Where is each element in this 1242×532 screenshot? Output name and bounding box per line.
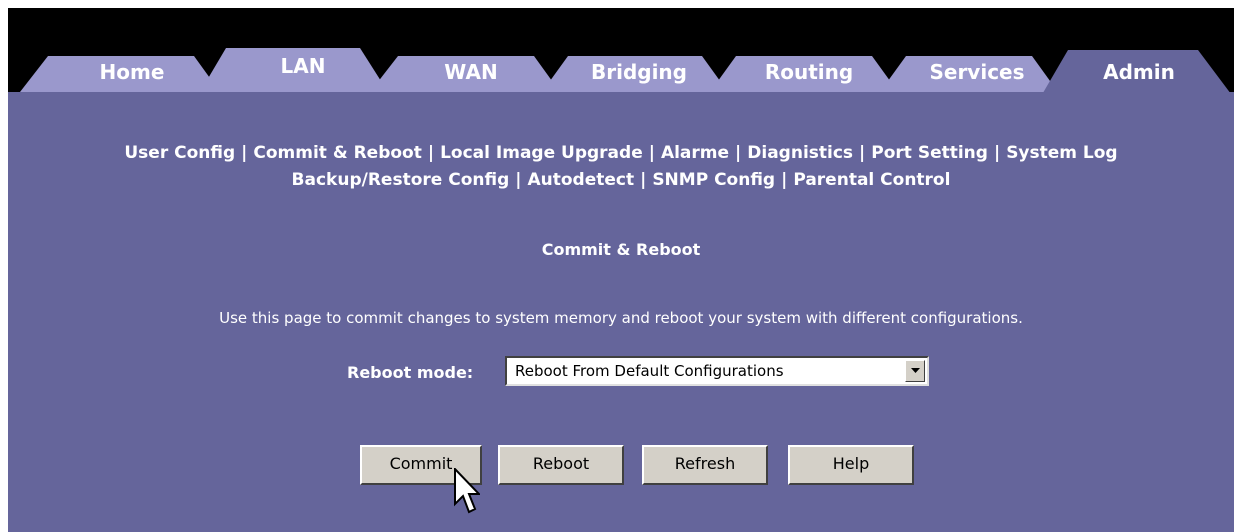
submenu-row-1: User Config | Commit & Reboot | Local Image … xyxy=(8,140,1234,167)
mouse-pointer-icon xyxy=(454,468,480,514)
chevron-down-icon xyxy=(911,368,920,373)
dropdown-button[interactable] xyxy=(905,360,925,382)
submenu-separator: | xyxy=(859,143,866,163)
tab-services[interactable]: Services xyxy=(912,60,1042,84)
submenu-link-backup-restore-config[interactable]: Backup/Restore Config xyxy=(292,170,510,190)
submenu-separator: | xyxy=(515,170,522,190)
reboot-mode-row: Reboot mode: Reboot From Default Configu… xyxy=(8,356,1234,388)
submenu-link-port-setting[interactable]: Port Setting xyxy=(871,143,988,163)
submenu-link-user-config[interactable]: User Config xyxy=(124,143,235,163)
submenu-link-parental-control[interactable]: Parental Control xyxy=(793,170,950,190)
tab-routing[interactable]: Routing xyxy=(744,60,874,84)
page-description: Use this page to commit changes to syste… xyxy=(219,309,1023,327)
main-tab-bar: Home LAN WAN Bridging Routing Services A… xyxy=(8,48,1234,98)
tab-bridging[interactable]: Bridging xyxy=(574,60,704,84)
submenu-separator: | xyxy=(781,170,788,190)
help-button[interactable]: Help xyxy=(788,445,914,485)
submenu-separator: | xyxy=(648,143,655,163)
reboot-mode-select[interactable]: Reboot From Default Configurations xyxy=(505,356,929,386)
page-title: Commit & Reboot xyxy=(541,240,701,259)
tab-admin[interactable]: Admin xyxy=(1074,60,1204,84)
submenu-link-commit-reboot[interactable]: Commit & Reboot xyxy=(253,143,421,163)
reboot-mode-label: Reboot mode: xyxy=(347,363,474,382)
submenu-row-2: Backup/Restore Config | Autodetect | SNMP Co… xyxy=(8,167,1234,194)
tab-lan[interactable]: LAN xyxy=(238,54,368,78)
submenu-link-alarme[interactable]: Alarme xyxy=(661,143,729,163)
submenu-link-local-image-upgrade[interactable]: Local Image Upgrade xyxy=(440,143,643,163)
submenu-link-diagnistics[interactable]: Diagnistics xyxy=(747,143,853,163)
submenu-separator: | xyxy=(427,143,435,163)
submenu-separator: | xyxy=(640,170,647,190)
reboot-mode-selected-value: Reboot From Default Configurations xyxy=(515,362,784,380)
refresh-button[interactable]: Refresh xyxy=(642,445,768,485)
submenu-separator: | xyxy=(993,143,1001,163)
submenu-separator: | xyxy=(735,143,742,163)
submenu-separator: | xyxy=(241,143,248,163)
admin-submenu: User Config | Commit & Reboot | Local Image … xyxy=(8,140,1234,194)
reboot-button[interactable]: Reboot xyxy=(498,445,624,485)
tab-home[interactable]: Home xyxy=(72,60,192,84)
submenu-link-snmp-config[interactable]: SNMP Config xyxy=(652,170,775,190)
submenu-link-autodetect[interactable]: Autodetect xyxy=(527,170,634,190)
router-admin-frame: Home LAN WAN Bridging Routing Services A… xyxy=(8,8,1234,532)
tab-wan[interactable]: WAN xyxy=(406,60,536,84)
submenu-link-system-log[interactable]: System Log xyxy=(1006,143,1117,163)
